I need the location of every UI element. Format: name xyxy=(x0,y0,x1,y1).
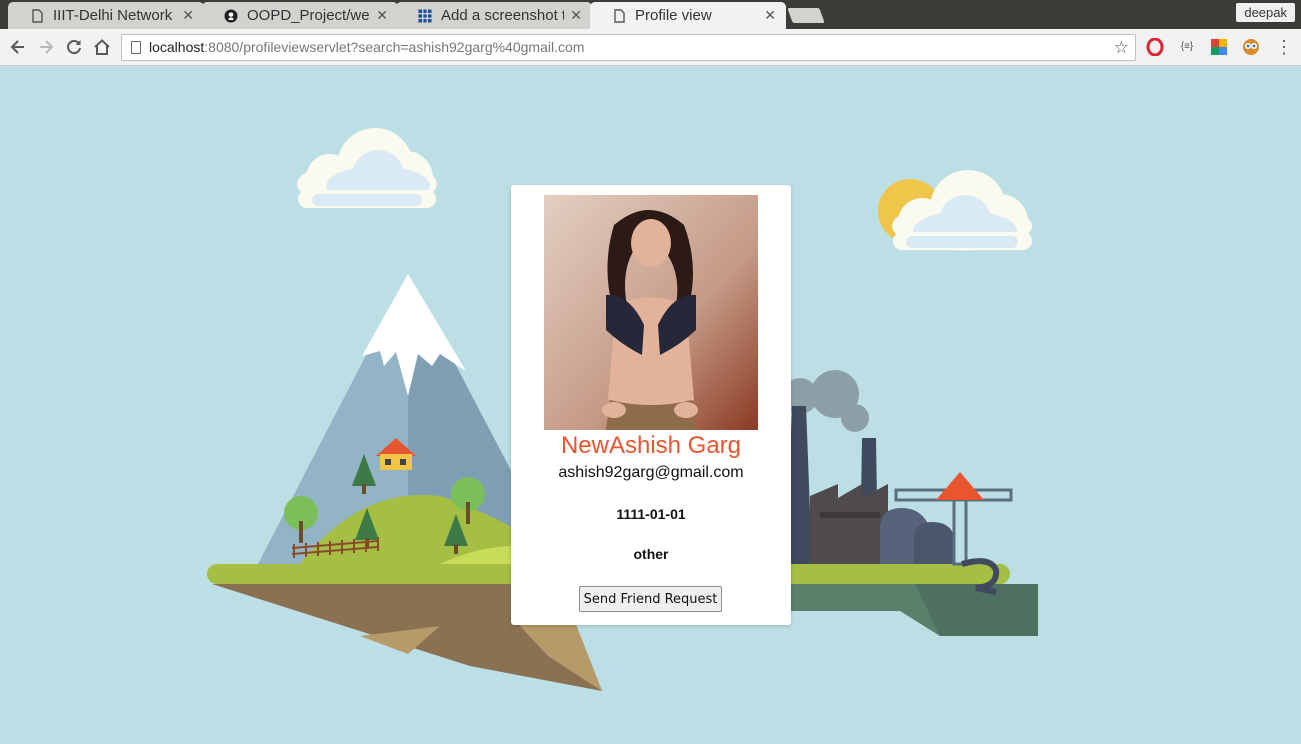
page-icon xyxy=(614,8,625,23)
color-icon[interactable] xyxy=(1210,38,1228,56)
factory xyxy=(782,370,1013,595)
page-icon xyxy=(32,8,43,23)
tab-oopd-project[interactable]: OOPD_Project/wel ✕ xyxy=(202,2,398,29)
new-tab-button[interactable] xyxy=(787,8,825,23)
close-icon[interactable]: ✕ xyxy=(182,7,194,24)
tab-title: Profile view xyxy=(635,7,712,24)
opera-icon[interactable] xyxy=(1146,38,1164,56)
cloud-left xyxy=(297,128,437,208)
profile-name: NewAshish Garg xyxy=(560,432,742,459)
menu-icon[interactable]: ⋮ xyxy=(1274,37,1294,57)
address-bar[interactable]: localhost:8080/profileviewservlet?search… xyxy=(121,34,1136,61)
profile-photo xyxy=(544,195,758,430)
forward-arrow-icon[interactable] xyxy=(36,37,56,57)
tab-add-screenshot[interactable]: Add a screenshot to ✕ xyxy=(396,2,592,29)
user-profile-chip[interactable]: deepak xyxy=(1236,3,1295,22)
grid-icon xyxy=(418,9,432,22)
bookmark-star-icon[interactable]: ☆ xyxy=(1114,35,1129,60)
url-text: localhost:8080/profileviewservlet?search… xyxy=(149,39,585,55)
tab-title: IIIT-Delhi Network S xyxy=(53,7,177,24)
profile-photo-image xyxy=(544,195,758,430)
back-arrow-icon[interactable] xyxy=(8,37,28,57)
profile-card: NewAshish Garg ashish92garg@gmail.com 11… xyxy=(511,185,791,625)
page-icon xyxy=(131,41,141,54)
browser-toolbar: localhost:8080/profileviewservlet?search… xyxy=(0,29,1301,66)
close-icon[interactable]: ✕ xyxy=(570,7,582,24)
tab-iiit-network[interactable]: IIIT-Delhi Network S ✕ xyxy=(8,2,204,29)
profile-gender: other xyxy=(633,546,669,562)
close-icon[interactable]: ✕ xyxy=(376,7,388,24)
home-icon[interactable] xyxy=(92,37,112,57)
page-background: NewAshish Garg ashish92garg@gmail.com 11… xyxy=(0,66,1301,744)
close-icon[interactable]: ✕ xyxy=(764,7,776,24)
tab-strip: IIIT-Delhi Network S ✕ OOPD_Project/wel … xyxy=(0,0,1301,29)
json-icon[interactable]: {≡} xyxy=(1178,38,1196,56)
tab-profile-view[interactable]: Profile view ✕ xyxy=(590,2,786,29)
tab-title: OOPD_Project/wel xyxy=(247,7,371,24)
profile-dob: 1111-01-01 xyxy=(616,506,686,522)
reload-icon[interactable] xyxy=(64,37,84,57)
github-icon xyxy=(224,9,238,22)
tab-title: Add a screenshot to xyxy=(441,7,565,24)
profile-email: ashish92garg@gmail.com xyxy=(558,464,744,481)
owl-icon[interactable] xyxy=(1242,38,1260,56)
send-friend-request-button[interactable]: Send Friend Request xyxy=(579,586,722,612)
sun-with-cloud xyxy=(878,170,1032,251)
